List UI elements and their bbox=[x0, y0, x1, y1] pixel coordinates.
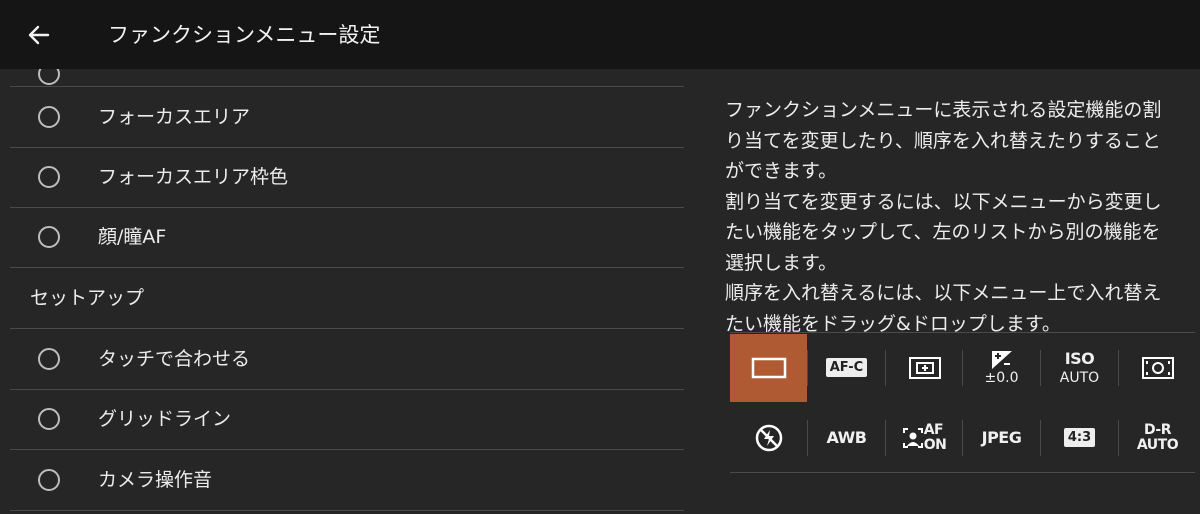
description-text: ファンクションメニューに表示される設定機能の割り当てを変更したり、順序を入れ替え… bbox=[725, 95, 1175, 339]
list-item-label: カメラ操作音 bbox=[98, 469, 213, 491]
fn-iso[interactable]: ISO AUTO bbox=[1041, 334, 1118, 401]
list-item[interactable] bbox=[10, 69, 684, 87]
focus-area-wide-icon bbox=[908, 356, 941, 379]
description-paragraph: ファンクションメニューに表示される設定機能の割り当てを変更したり、順序を入れ替え… bbox=[725, 99, 1162, 182]
fn-dro[interactable]: D-R AUTO bbox=[1119, 404, 1196, 471]
fn-face-af[interactable]: AF ON bbox=[886, 404, 963, 471]
section-header-setup: セットアップ bbox=[10, 269, 684, 329]
list-item-focus-frame-color[interactable]: フォーカスエリア枠色 bbox=[10, 148, 684, 208]
description-paragraph: 順序を入れ替えるには、以下メニュー上で入れ替えたい機能をドラッグ&ドロップします… bbox=[725, 282, 1162, 335]
list-item-grid-line[interactable]: グリッドライン bbox=[10, 390, 684, 450]
radio-button[interactable] bbox=[38, 106, 60, 128]
fn-drive-mode-single[interactable] bbox=[730, 334, 807, 402]
fn-aspect-ratio[interactable]: 4:3 bbox=[1041, 404, 1118, 471]
iso-value: AUTO bbox=[1059, 369, 1100, 386]
face-af-label: AF bbox=[923, 421, 944, 438]
list-item-focus-area[interactable]: フォーカスエリア bbox=[10, 88, 684, 148]
file-format-icon: JPEG bbox=[981, 427, 1022, 447]
fn-file-format[interactable]: JPEG bbox=[963, 404, 1040, 471]
list-item-label: 顔/瞳AF bbox=[98, 226, 167, 248]
exposure-value: ±0.0 bbox=[984, 369, 1019, 386]
metering-mode-icon bbox=[1141, 356, 1174, 379]
face-af-icon: AF ON bbox=[902, 421, 947, 453]
aspect-ratio-icon: 4:3 bbox=[1063, 428, 1096, 447]
dro-value: AUTO bbox=[1136, 436, 1179, 453]
list-item-label: フォーカスエリア枠色 bbox=[98, 166, 289, 188]
settings-list[interactable]: フォーカスエリア フォーカスエリア枠色 顔/瞳AF セットアップ タッチで合わせ… bbox=[10, 69, 684, 514]
list-item-face-eye-af[interactable]: 顔/瞳AF bbox=[10, 208, 684, 268]
back-button[interactable] bbox=[22, 18, 56, 52]
fn-flash-mode[interactable] bbox=[730, 404, 807, 471]
flash-off-icon bbox=[755, 424, 782, 451]
list-item-label: タッチで合わせる bbox=[98, 348, 251, 370]
face-icon bbox=[902, 427, 923, 448]
exposure-comp-icon bbox=[991, 350, 1012, 369]
arrow-left-icon bbox=[28, 25, 50, 45]
radio-button[interactable] bbox=[38, 469, 60, 491]
single-shooting-frame-icon bbox=[751, 357, 786, 379]
white-balance-icon: AWB bbox=[826, 427, 867, 447]
radio-button[interactable] bbox=[38, 69, 60, 85]
face-af-value: ON bbox=[923, 436, 947, 453]
radio-button[interactable] bbox=[38, 348, 60, 370]
section-label: セットアップ bbox=[30, 287, 145, 309]
divider bbox=[730, 332, 1195, 333]
fn-exposure-comp[interactable]: ±0.0 bbox=[963, 334, 1040, 401]
divider bbox=[730, 472, 1195, 473]
fn-white-balance[interactable]: AWB bbox=[808, 404, 885, 471]
af-c-icon: AF-C bbox=[825, 358, 868, 377]
list-item-label: フォーカスエリア bbox=[98, 106, 251, 128]
list-item-camera-sound[interactable]: カメラ操作音 bbox=[10, 451, 684, 511]
dro-icon: D-R bbox=[1144, 421, 1171, 438]
function-menu-grid: AF-C ±0.0 ISO AUTO AWB AF ON JPEG 4:3 D-… bbox=[730, 332, 1195, 473]
iso-icon: ISO bbox=[1064, 348, 1095, 368]
fn-metering-mode[interactable] bbox=[1119, 334, 1196, 401]
radio-button[interactable] bbox=[38, 166, 60, 188]
description-paragraph: 割り当てを変更するには、以下メニューから変更したい機能をタップして、左のリストか… bbox=[725, 190, 1162, 274]
list-item-touch-focus[interactable]: タッチで合わせる bbox=[10, 330, 684, 390]
fn-focus-area[interactable] bbox=[886, 334, 963, 401]
header-bar: ファンクションメニュー設定 bbox=[0, 0, 1200, 69]
page-title: ファンクションメニュー設定 bbox=[108, 23, 381, 47]
radio-button[interactable] bbox=[38, 408, 60, 430]
fn-focus-mode[interactable]: AF-C bbox=[808, 334, 885, 401]
list-item-label: グリッドライン bbox=[98, 408, 232, 430]
radio-button[interactable] bbox=[38, 226, 60, 248]
